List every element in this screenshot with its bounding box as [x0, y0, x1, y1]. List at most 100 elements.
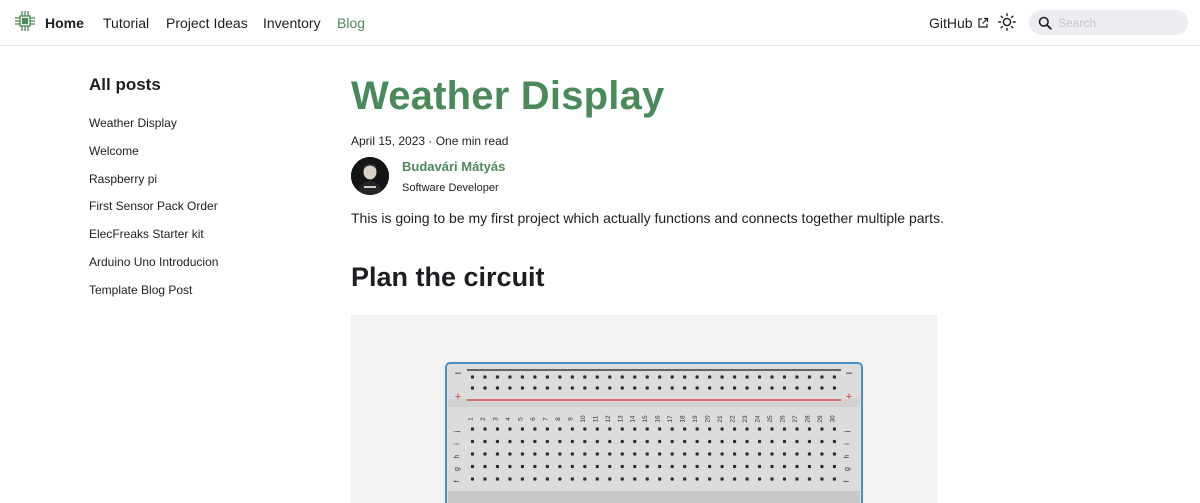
breadboard-hole [820, 375, 824, 379]
breadboard-hole [658, 477, 662, 481]
breadboard-hole [745, 464, 749, 469]
breadboard-hole [807, 386, 812, 390]
github-label: GitHub [929, 15, 973, 31]
sidebar-item-template-blog-post[interactable]: Template Blog Post [89, 282, 319, 310]
row-letter-label: g [454, 467, 461, 471]
nav-link-project-ideas[interactable]: Project Ideas [166, 15, 248, 31]
breadboard-hole [757, 386, 762, 390]
author-name-link[interactable]: Budavári Mátyás [402, 159, 505, 174]
breadboard-hole [720, 452, 724, 456]
sidebar-item-weather-display[interactable]: Weather Display [89, 115, 319, 143]
breadboard-hole [558, 427, 562, 431]
breadboard-hole [770, 375, 774, 379]
breadboard-hole [545, 375, 549, 379]
breadboard-hole [782, 439, 787, 444]
column-number-label: 29 [817, 415, 824, 423]
breadboard-hole [695, 452, 699, 456]
breadboard-hole [545, 386, 549, 390]
breadboard-hole [470, 386, 475, 390]
column-number-label: 27 [792, 415, 799, 423]
breadboard-hole [645, 386, 649, 390]
breadboard-hole [832, 386, 837, 390]
sidebar-title: All posts [89, 75, 161, 94]
breadboard-hole [520, 386, 525, 390]
github-link[interactable]: GitHub [929, 15, 989, 31]
sidebar-item-welcome[interactable]: Welcome [89, 143, 319, 171]
breadboard-hole [520, 464, 525, 469]
breadboard-hole [483, 427, 487, 431]
nav-link-tutorial[interactable]: Tutorial [103, 15, 149, 31]
breadboard-hole [595, 452, 599, 456]
breadboard-hole [820, 477, 824, 481]
rail-plus-label: + [455, 391, 461, 403]
column-number-label: 26 [780, 415, 787, 423]
column-number-label: 14 [630, 415, 637, 423]
breadboard-hole [633, 464, 637, 469]
breadboard-hole [708, 477, 712, 481]
avatar[interactable] [351, 157, 389, 195]
breadboard-hole [670, 427, 674, 431]
breadboard-hole [745, 439, 749, 444]
breadboard-hole [770, 439, 774, 444]
breadboard-hole [508, 375, 512, 379]
breadboard-hole [470, 427, 475, 431]
theme-toggle-button[interactable] [996, 11, 1018, 33]
navbar: Home Tutorial Project Ideas Inventory Bl… [0, 0, 1200, 46]
search-icon [1038, 16, 1052, 30]
sidebar-item-elecfreaks-starter-kit[interactable]: ElecFreaks Starter kit [89, 226, 319, 254]
breadboard-hole [545, 439, 549, 444]
breadboard-hole [757, 452, 762, 456]
sidebar-item-first-sensor-pack-order[interactable]: First Sensor Pack Order [89, 198, 319, 226]
sidebar-item-arduino-uno-introducion[interactable]: Arduino Uno Introducion [89, 254, 319, 282]
sidebar-item-raspberry-pi[interactable]: Raspberry pi [89, 171, 319, 199]
breadboard-hole [595, 464, 599, 469]
breadboard-hole [558, 477, 562, 481]
breadboard-hole [633, 439, 637, 444]
breadboard-hole [795, 477, 799, 481]
breadboard-hole [570, 375, 574, 379]
column-number-label: 3 [492, 417, 499, 421]
breadboard-hole [745, 375, 749, 379]
nav-link-inventory[interactable]: Inventory [263, 15, 321, 31]
breadboard-hole [495, 452, 500, 456]
breadboard-hole [832, 452, 837, 456]
breadboard-hole [595, 427, 599, 431]
breadboard-hole [770, 427, 774, 431]
row-letter-label: g [844, 467, 851, 471]
breadboard-hole [470, 439, 475, 444]
breadboard-hole [695, 375, 699, 379]
breadboard-hole [483, 386, 487, 390]
brand-link[interactable]: Home [13, 10, 84, 36]
breadboard-hole [820, 386, 824, 390]
breadboard-hole [708, 375, 712, 379]
breadboard-hole [720, 427, 724, 431]
breadboard-hole [508, 439, 512, 444]
search-input[interactable] [1058, 15, 1178, 30]
breadboard-hole [495, 427, 500, 431]
breadboard-hole [570, 386, 574, 390]
breadboard-hole [782, 477, 787, 481]
column-number-label: 9 [567, 417, 574, 421]
breadboard-hole [483, 464, 487, 469]
breadboard-hole [633, 386, 637, 390]
nav-link-blog[interactable]: Blog [337, 15, 365, 31]
breadboard-hole [720, 439, 724, 444]
column-number-label: 30 [829, 415, 836, 423]
row-letter-label: f [454, 480, 461, 482]
column-number-label: 23 [742, 415, 749, 423]
breadboard-hole [608, 386, 612, 390]
breadboard-hole [645, 464, 649, 469]
search-box[interactable] [1029, 10, 1188, 35]
row-letter-label: f [844, 480, 851, 482]
breadboard-hole [782, 464, 787, 469]
breadboard-hole [720, 464, 724, 469]
breadboard-hole [620, 439, 624, 444]
blog-post: Weather Display April 15, 2023 · One min… [351, 70, 951, 293]
breadboard-hole [745, 452, 749, 456]
breadboard-hole [608, 439, 612, 444]
breadboard-hole [495, 477, 500, 481]
breadboard-hole [683, 386, 687, 390]
breadboard-hole [583, 439, 587, 444]
breadboard-hole [732, 464, 737, 469]
breadboard-hole [633, 477, 637, 481]
